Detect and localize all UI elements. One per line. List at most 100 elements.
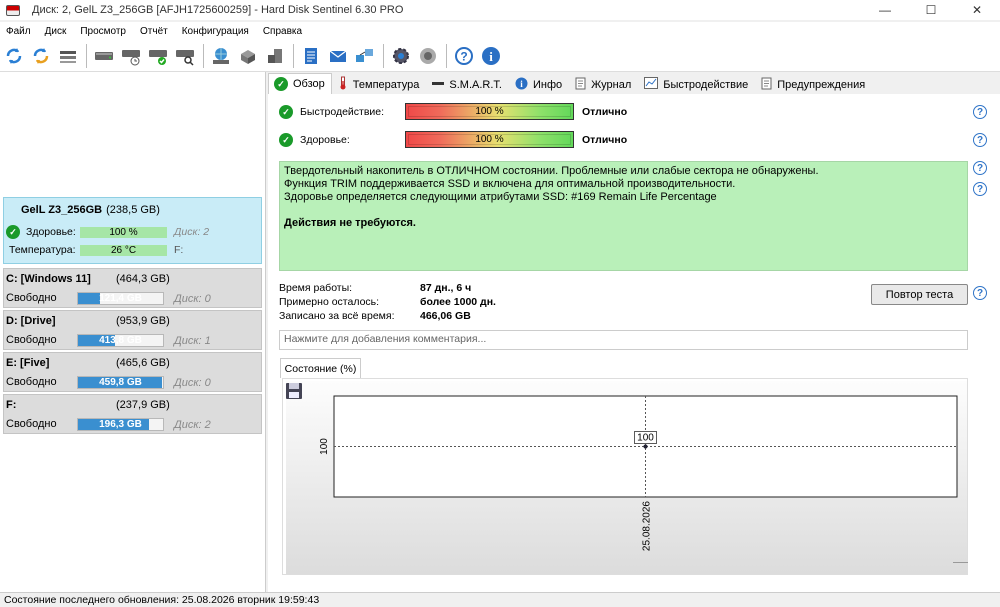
data-label: 100 xyxy=(637,433,654,444)
message-line: Функция TRIM поддерживается SSD и включе… xyxy=(284,178,736,190)
x-tick-label: 25.08.2026 xyxy=(642,501,653,551)
help-icon[interactable]: ? xyxy=(973,161,987,175)
partition-name: F: xyxy=(6,399,17,411)
info-icon: i xyxy=(515,77,528,93)
menu-bar: Файл Диск Просмотр Отчёт Конфигурация Сп… xyxy=(0,22,1000,40)
menu-disk[interactable]: Диск xyxy=(39,26,75,37)
email-icon[interactable] xyxy=(327,45,349,67)
maximize-button[interactable]: ☐ xyxy=(908,0,954,20)
uptime-value: 87 дн., 6 ч xyxy=(420,282,472,294)
help-icon[interactable]: ? xyxy=(453,45,475,67)
disk-health-bar: 100 % xyxy=(80,227,167,238)
disk-card[interactable]: GelL Z3_256GB (238,5 GB) ✓ Здоровье: 100 … xyxy=(3,197,262,264)
performance-rating: Отлично xyxy=(582,106,628,118)
comment-input[interactable]: Нажмите для добавления комментария... xyxy=(279,330,968,350)
help-icon[interactable]: ? xyxy=(973,133,987,147)
message-line: Здоровье определяется следующими атрибут… xyxy=(284,191,717,203)
network-disk-icon[interactable] xyxy=(210,45,232,67)
network-icon[interactable] xyxy=(354,45,376,67)
report-icon[interactable] xyxy=(300,45,322,67)
partition-item[interactable]: F: (237,9 GB) Свободно 196,3 GB Диск: 2 xyxy=(3,394,262,434)
health-rating: Отлично xyxy=(582,134,628,146)
disk-size: (238,5 GB) xyxy=(106,204,160,216)
help-icon[interactable]: ? xyxy=(973,105,987,119)
tab-label: Предупреждения xyxy=(777,78,866,91)
tab-temperature[interactable]: Температура xyxy=(331,75,427,94)
partition-item[interactable]: D: [Drive] (953,9 GB) Свободно 413,8 GB … xyxy=(3,310,262,350)
chart-scroll-handle[interactable] xyxy=(953,562,968,563)
settings-icon[interactable] xyxy=(390,45,412,67)
disk-icon[interactable] xyxy=(93,45,115,67)
disk-list-icon[interactable] xyxy=(57,45,79,67)
tab-bar: ✓ Обзор Температура S.M.A.R.T. i Инфо Журн… xyxy=(268,73,1000,94)
refresh-icon[interactable] xyxy=(3,45,25,67)
disk-list-panel: GelL Z3_256GB (238,5 GB) ✓ Здоровье: 100 … xyxy=(0,72,266,592)
data-point xyxy=(643,444,648,449)
status-text: Состояние последнего обновления: 25.08.2… xyxy=(4,594,320,606)
partition-free-bar: 121,4 GB xyxy=(77,292,164,305)
tab-alerts[interactable]: Предупреждения xyxy=(755,75,873,94)
partition-disk: Диск: 1 xyxy=(174,335,211,347)
partition-free-bar: 459,8 GB xyxy=(77,376,164,389)
partition-name: D: [Drive] xyxy=(6,315,56,327)
menu-report[interactable]: Отчёт xyxy=(134,26,176,37)
disk-transfer-icon[interactable] xyxy=(264,45,286,67)
svg-text:i: i xyxy=(489,49,493,64)
overview-panel: ✓ Быстродействие: 100 % Отлично ? ✓ Здор… xyxy=(268,94,1000,592)
tab-health-history[interactable]: Состояние (%) xyxy=(280,358,361,378)
disk-timer-icon[interactable] xyxy=(120,45,142,67)
partition-free-label: Свободно xyxy=(6,376,57,388)
tab-label: Журнал xyxy=(591,78,632,91)
menu-view[interactable]: Просмотр xyxy=(74,26,134,37)
server-icon[interactable] xyxy=(237,45,259,67)
written-value: 466,06 GB xyxy=(420,310,471,322)
tab-label: Обзор xyxy=(293,78,325,90)
tab-info[interactable]: i Инфо xyxy=(508,75,570,94)
help-icon[interactable]: ? xyxy=(973,182,987,196)
partition-free-value: 413,8 GB xyxy=(99,335,142,346)
partition-name: E: [Five] xyxy=(6,357,50,369)
sound-icon[interactable] xyxy=(417,45,439,67)
tab-log[interactable]: Журнал xyxy=(569,75,639,94)
performance-bar: 100 % xyxy=(405,103,574,120)
partition-free-value: 459,8 GB xyxy=(99,377,142,388)
app-icon xyxy=(6,4,20,16)
toolbar-separator xyxy=(203,43,204,68)
partition-size: (464,3 GB) xyxy=(116,273,170,285)
partition-item[interactable]: C: [Windows 11] (464,3 GB) Свободно 121,… xyxy=(3,268,262,308)
uptime-label: Время работы: xyxy=(279,282,353,294)
performance-value: 100 % xyxy=(475,106,504,117)
help-icon[interactable]: ? xyxy=(973,286,987,300)
partition-item[interactable]: E: [Five] (465,6 GB) Свободно 459,8 GB Д… xyxy=(3,352,262,392)
health-label: Здоровье: xyxy=(300,134,350,146)
refresh-all-icon[interactable] xyxy=(30,45,52,67)
partition-free-bar: 196,3 GB xyxy=(77,418,164,431)
written-label: Записано за всё время: xyxy=(279,310,395,322)
disk-name-text: GelL Z3_256GB xyxy=(21,204,103,216)
toolbar-separator xyxy=(383,43,384,68)
close-button[interactable]: ✕ xyxy=(954,0,1000,20)
disk-search-icon[interactable] xyxy=(174,45,196,67)
check-icon: ✓ xyxy=(274,77,288,91)
menu-file[interactable]: Файл xyxy=(0,26,39,37)
tab-smart[interactable]: S.M.A.R.T. xyxy=(426,75,509,94)
tab-performance[interactable]: Быстродействие xyxy=(638,75,756,94)
retest-button[interactable]: Повтор теста xyxy=(871,284,968,305)
toolbar-separator xyxy=(86,43,87,68)
toolbar-separator xyxy=(293,43,294,68)
partition-size: (465,6 GB) xyxy=(116,357,170,369)
svg-text:?: ? xyxy=(460,49,467,63)
status-message-box: Твердотельный накопитель в ОТЛИЧНОМ сост… xyxy=(279,161,968,271)
partition-size: (237,9 GB) xyxy=(116,399,170,411)
tab-overview[interactable]: ✓ Обзор xyxy=(268,73,332,94)
minimize-button[interactable]: — xyxy=(862,0,908,20)
info-icon[interactable]: i xyxy=(480,45,502,67)
y-tick-label: 100 xyxy=(319,438,330,455)
menu-config[interactable]: Конфигурация xyxy=(176,26,257,37)
health-bar: 100 % xyxy=(405,131,574,148)
disk-temp-value: 26 °C xyxy=(110,245,137,256)
log-icon xyxy=(575,77,586,93)
disk-check-icon[interactable] xyxy=(147,45,169,67)
alert-icon xyxy=(761,77,772,93)
menu-help[interactable]: Справка xyxy=(257,26,310,37)
